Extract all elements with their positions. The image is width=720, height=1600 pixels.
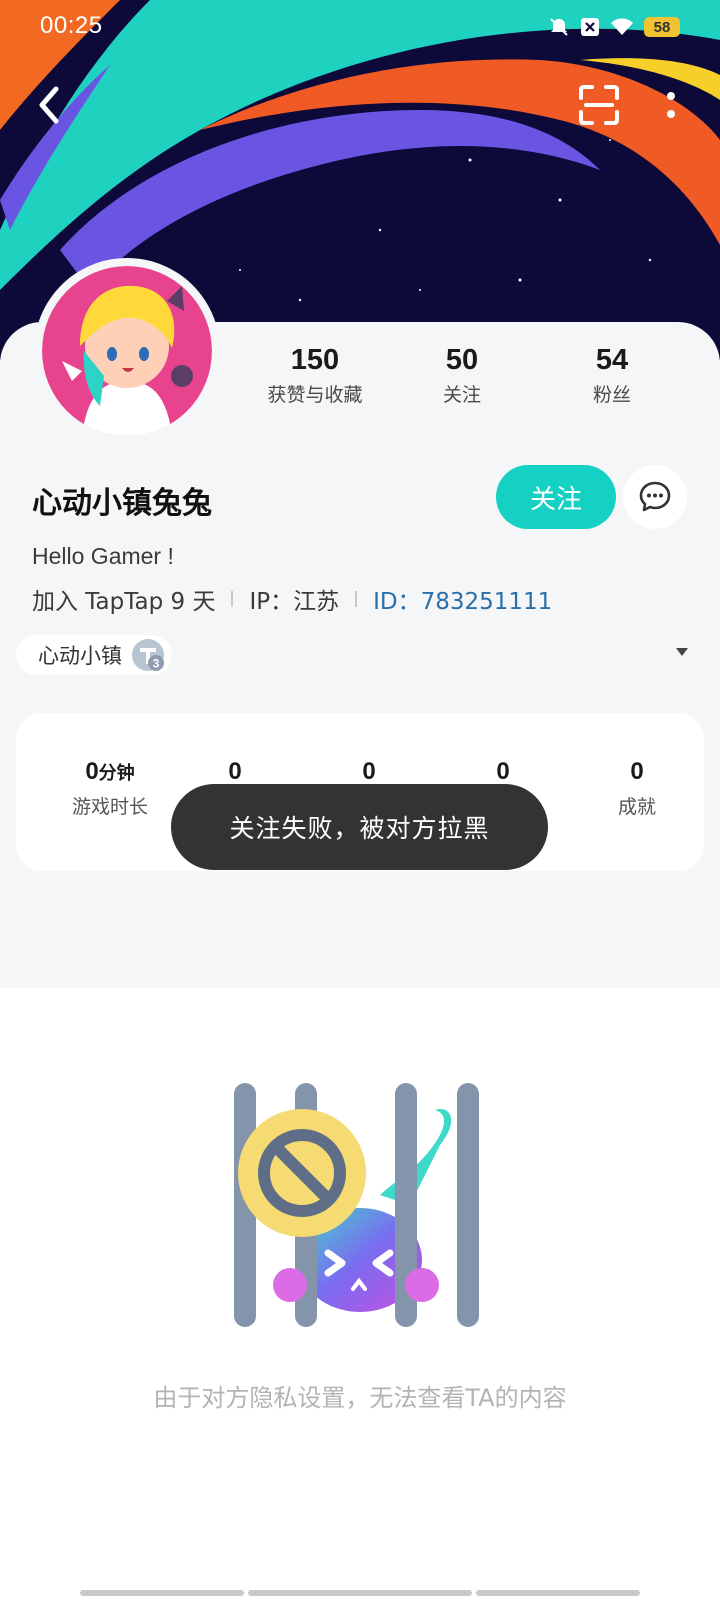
playtime-value: 0 xyxy=(85,758,99,785)
battery-level: 58 xyxy=(653,18,671,36)
privacy-blocked-illustration xyxy=(230,1075,490,1335)
avatar[interactable] xyxy=(34,258,220,444)
stat-2-value: 0 xyxy=(228,758,242,785)
stat-likes-label: 获赞与收藏 xyxy=(267,384,363,406)
level-number: 3 xyxy=(153,657,160,671)
stat-likes-value: 150 xyxy=(290,344,340,376)
chevron-left-icon xyxy=(39,86,59,124)
stat-following[interactable]: 50 关注 xyxy=(387,342,537,407)
stat-likes[interactable]: 150 获赞与收藏 xyxy=(240,342,390,407)
home-indicator-segment xyxy=(248,1590,472,1596)
stat-achievements[interactable]: 0 成就 xyxy=(567,758,707,819)
status-time: 00:25 xyxy=(40,12,103,39)
profile-stats: 150 获赞与收藏 50 关注 54 粉丝 xyxy=(240,342,700,412)
stat-3[interactable]: 0 xyxy=(299,758,439,786)
toast-message: 关注失败，被对方拉黑 xyxy=(171,784,548,870)
home-indicator-segment xyxy=(80,1590,244,1596)
wifi-icon xyxy=(611,18,633,35)
town-chip[interactable]: 心动小镇 3 xyxy=(16,635,172,675)
more-vertical-icon xyxy=(667,92,675,118)
home-indicator-segment xyxy=(476,1590,640,1596)
user-id[interactable]: ID：783251111 xyxy=(373,582,552,616)
profile-name: 心动小镇兔兔 xyxy=(32,486,212,521)
meta-divider xyxy=(355,591,358,607)
privacy-message: 由于对方隐私设置，无法查看TA的内容 xyxy=(153,1384,567,1412)
message-button[interactable] xyxy=(623,465,687,529)
stat-following-label: 关注 xyxy=(442,384,481,406)
profile-bio: Hello Gamer ! xyxy=(32,543,174,569)
battery-icon: 58 xyxy=(644,17,680,37)
dropdown-arrow-icon[interactable] xyxy=(676,648,688,656)
avatar-image xyxy=(42,266,212,436)
profile-meta: 加入 TapTap 9 天 IP：江苏 ID：783251111 xyxy=(32,582,552,616)
stat-followers-label: 粉丝 xyxy=(592,384,631,406)
stat-2[interactable]: 0 xyxy=(165,758,305,786)
scan-button[interactable] xyxy=(572,78,626,132)
ip-location: IP：江苏 xyxy=(249,589,340,615)
chat-bubble-icon xyxy=(639,481,671,512)
stat-following-value: 50 xyxy=(445,344,479,376)
mute-icon xyxy=(550,18,568,36)
level-badge-icon: 3 xyxy=(132,639,164,671)
stat-followers-value: 54 xyxy=(595,344,629,376)
follow-button[interactable]: 关注 xyxy=(496,465,616,529)
achievements-value: 0 xyxy=(630,758,644,785)
playtime-label: 游戏时长 xyxy=(71,796,148,818)
playtime-unit: 分钟 xyxy=(98,763,135,783)
stat-4[interactable]: 0 xyxy=(433,758,573,786)
town-label: 心动小镇 xyxy=(38,644,122,668)
meta-divider xyxy=(231,591,234,607)
stat-3-value: 0 xyxy=(362,758,376,785)
close-notify-icon xyxy=(581,18,599,36)
profile-screen: 00:25 58 150 获赞与收藏 50 关注 54 粉丝 心动小镇兔兔 关注… xyxy=(0,0,720,1600)
more-button[interactable] xyxy=(644,78,698,132)
scan-icon xyxy=(579,85,619,125)
joined-text: 加入 TapTap 9 天 xyxy=(32,589,216,615)
stat-4-value: 0 xyxy=(496,758,510,785)
stat-playtime[interactable]: 0分钟 游戏时长 xyxy=(40,758,180,819)
status-icons: 58 xyxy=(548,16,680,38)
status-bar: 00:25 58 xyxy=(0,0,720,56)
back-button[interactable] xyxy=(22,78,76,132)
achievements-label: 成就 xyxy=(617,796,656,818)
stat-followers[interactable]: 54 粉丝 xyxy=(537,342,687,407)
